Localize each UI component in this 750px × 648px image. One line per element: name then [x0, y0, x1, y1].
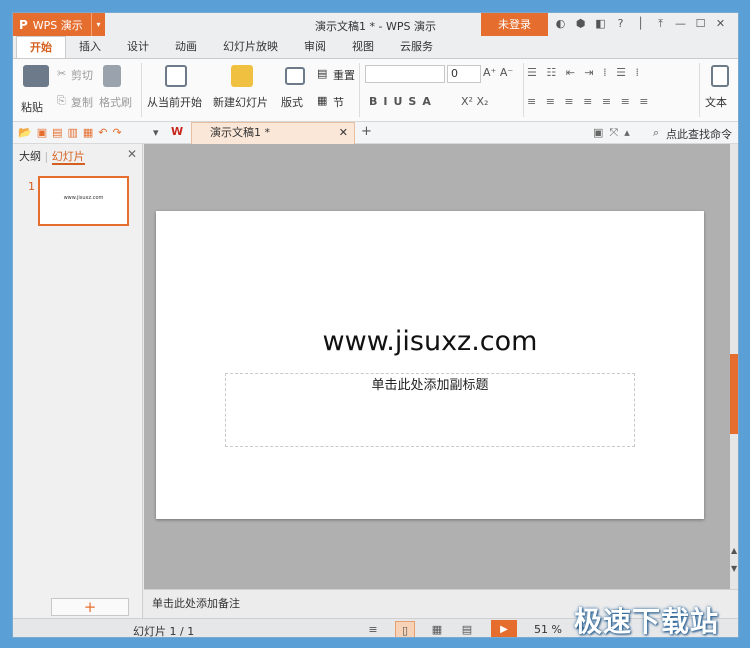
quick-access-bar: 📂▣▤▥▦↶↷ ▾ W 演示文稿1 * ✕ + ▣⤧▴ ⌕ 点此查找命令: [13, 122, 738, 144]
cut-icon[interactable]: ✂: [57, 67, 66, 80]
zoom-level: 51 %: [534, 623, 562, 636]
tab-outline[interactable]: 大纲: [19, 150, 41, 163]
app-badge-label: WPS 演示: [32, 18, 83, 32]
wps-doc-icon: W: [171, 125, 184, 138]
ribbon: 粘贴 ✂ 剪切 ⎘ 复制 格式刷 从当前开始 新建幻灯片 版式 ▤ 重置 ▦ 节…: [13, 58, 738, 122]
close-icon[interactable]: ✕: [713, 16, 728, 32]
tab-home[interactable]: 开始: [16, 36, 66, 58]
font-style-icons[interactable]: BIUSA: [369, 95, 437, 108]
wps-logo: P: [19, 17, 28, 32]
slide-thumbnail[interactable]: www.jisuxz.com: [38, 176, 129, 226]
tab-design[interactable]: 设计: [114, 36, 162, 58]
panel-tabs: 大纲 | 幻灯片: [19, 148, 85, 166]
sorter-view-icon[interactable]: ▦: [427, 621, 447, 637]
new-tab-icon[interactable]: +: [361, 124, 372, 139]
copy-button[interactable]: 复制: [71, 94, 93, 110]
reading-view-icon[interactable]: ▤: [457, 621, 477, 637]
thumbnail-text: www.jisuxz.com: [63, 195, 104, 201]
textbox-icon[interactable]: [711, 65, 729, 87]
tab-divider: |: [44, 150, 52, 163]
cut-button[interactable]: 剪切: [71, 67, 93, 83]
slide[interactable]: www.jisuxz.com 单击此处添加副标题: [156, 211, 704, 519]
tab-cloud[interactable]: 云服务: [387, 36, 446, 58]
scroll-thumb[interactable]: [730, 354, 738, 434]
section-button[interactable]: 节: [333, 94, 344, 110]
login-button[interactable]: 未登录: [481, 13, 548, 36]
close-tab-icon[interactable]: ✕: [339, 123, 348, 143]
slideshow-icon[interactable]: [165, 65, 187, 87]
app-menu-button[interactable]: P WPS 演示 ▾: [13, 13, 105, 36]
slides-panel: 大纲 | 幻灯片 ✕ 1 www.jisuxz.com +: [13, 144, 143, 619]
chevron-down-icon[interactable]: ▾: [153, 126, 159, 139]
font-grow-icon[interactable]: A⁺ A⁻: [483, 66, 513, 79]
slide-title[interactable]: www.jisuxz.com: [156, 326, 704, 357]
app-window: P WPS 演示 ▾ 演示文稿1 * - WPS 演示 未登录 ◐ ⬢ ◧ ? …: [12, 12, 739, 638]
add-slide-button[interactable]: +: [51, 598, 129, 616]
chevron-down-icon[interactable]: ▾: [91, 13, 105, 36]
subtitle-placeholder[interactable]: 单击此处添加副标题: [225, 373, 635, 447]
view-tool-icons[interactable]: ▣⤧▴: [593, 126, 636, 140]
layout-button[interactable]: 版式: [281, 94, 303, 110]
divider: [699, 63, 700, 117]
document-tab[interactable]: 演示文稿1 * ✕: [191, 122, 355, 144]
fullscreen-icon[interactable]: ⤒: [653, 16, 668, 32]
close-panel-icon[interactable]: ✕: [127, 147, 137, 161]
settings-icon[interactable]: ⬢: [573, 16, 588, 32]
share-icon[interactable]: ◧: [593, 16, 608, 32]
document-tab-label: 演示文稿1 *: [210, 126, 270, 139]
menu-tabs: 开始 插入 设计 动画 幻灯片放映 审阅 视图 云服务: [13, 36, 738, 58]
format-painter-button[interactable]: 格式刷: [99, 94, 132, 110]
minimize-icon[interactable]: —: [673, 16, 688, 32]
tab-animation[interactable]: 动画: [162, 36, 210, 58]
tab-review[interactable]: 审阅: [291, 36, 339, 58]
divider: [141, 63, 142, 117]
divider: [523, 63, 524, 117]
section-icon[interactable]: ▦: [317, 94, 327, 107]
font-size-field[interactable]: 0: [447, 65, 481, 83]
tab-insert[interactable]: 插入: [66, 36, 114, 58]
tab-view[interactable]: 视图: [339, 36, 387, 58]
play-icon[interactable]: ▶: [491, 620, 517, 637]
layout-icon[interactable]: [285, 67, 305, 85]
watermark: 极速下载站: [574, 605, 720, 638]
tab-slides[interactable]: 幻灯片: [51, 150, 85, 165]
paste-icon[interactable]: [23, 65, 49, 87]
new-slide-button[interactable]: 新建幻灯片: [213, 94, 268, 110]
search-icon[interactable]: ⌕: [653, 126, 659, 140]
title-bar: P WPS 演示 ▾ 演示文稿1 * - WPS 演示 未登录 ◐ ⬢ ◧ ? …: [13, 13, 738, 36]
help-icon[interactable]: ?: [613, 16, 628, 32]
align-icons[interactable]: ≡ ≡ ≡ ≡ ≡ ≡ ≡: [527, 95, 652, 108]
skin-icon[interactable]: ◐: [553, 16, 568, 32]
prev-slide-icon[interactable]: ▲: [731, 546, 737, 555]
reset-icon[interactable]: ▤: [317, 67, 327, 80]
find-command-field[interactable]: 点此查找命令: [666, 126, 732, 142]
brush-icon[interactable]: [103, 65, 121, 87]
new-slide-icon[interactable]: [231, 65, 253, 87]
divider: [359, 63, 360, 117]
vertical-scrollbar[interactable]: ▲ ▼: [730, 144, 738, 589]
slide-info: 幻灯片 1 / 1: [133, 625, 195, 638]
tab-slideshow[interactable]: 幻灯片放映: [210, 36, 291, 58]
maximize-icon[interactable]: ☐: [693, 16, 708, 32]
slide-number: 1: [28, 180, 35, 193]
list-icons[interactable]: ☰ ☷ ⇤ ⇥ ⁞ ☰ ⁞: [527, 66, 642, 79]
quick-access-icons[interactable]: 📂▣▤▥▦↶↷: [18, 126, 127, 139]
reset-button[interactable]: 重置: [333, 67, 355, 83]
paste-button[interactable]: 粘贴: [21, 99, 43, 115]
superscript-icon[interactable]: X² X₂: [461, 95, 488, 108]
normal-view-icon[interactable]: ▯: [395, 621, 415, 637]
title-icons: ◐ ⬢ ◧ ? │ ⤒ — ☐ ✕: [553, 16, 728, 32]
copy-icon[interactable]: ⎘: [57, 94, 66, 108]
separator-icon: │: [637, 17, 644, 30]
from-current-button[interactable]: 从当前开始: [147, 94, 202, 110]
next-slide-icon[interactable]: ▼: [731, 564, 737, 573]
slide-canvas: www.jisuxz.com 单击此处添加副标题: [144, 144, 730, 589]
textbox-button[interactable]: 文本: [705, 94, 727, 110]
font-name-field[interactable]: [365, 65, 445, 83]
notes-toggle-icon[interactable]: ≡: [363, 621, 383, 637]
